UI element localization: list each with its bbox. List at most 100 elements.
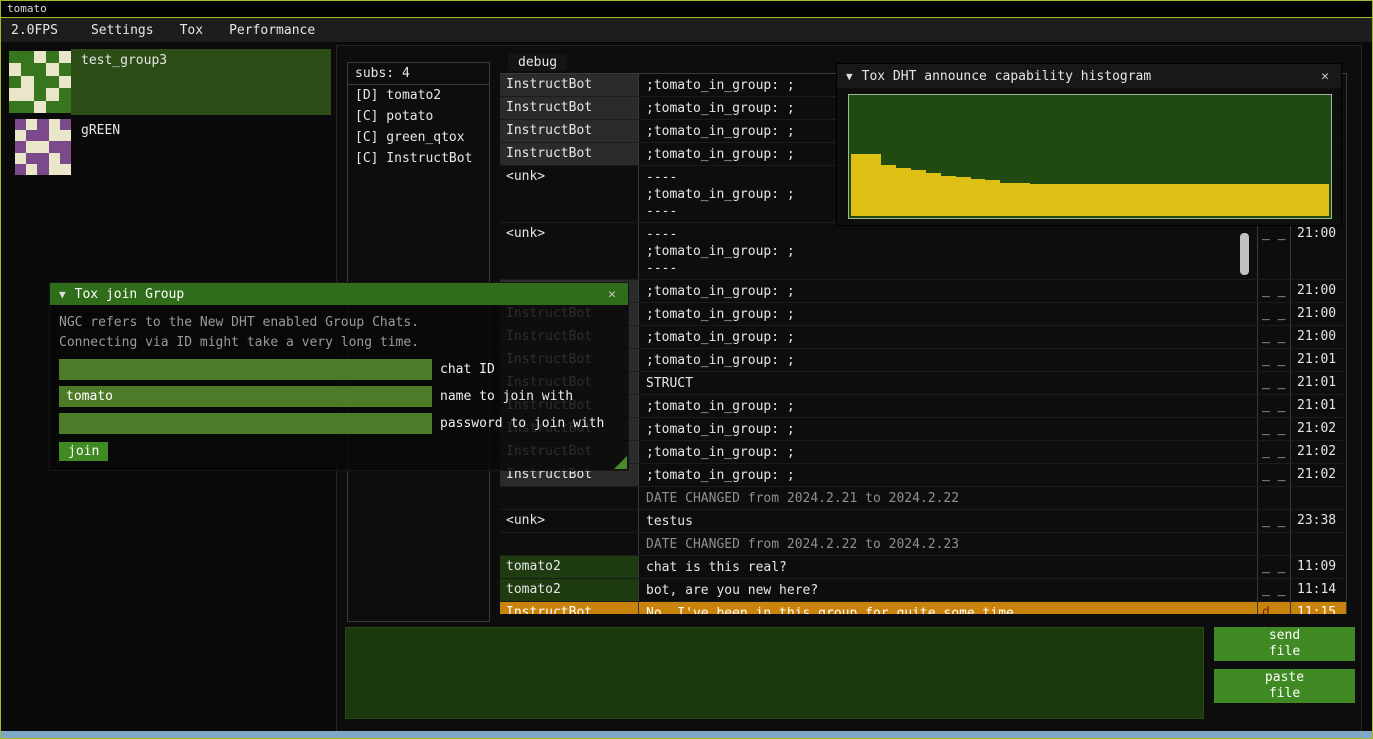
dht-histogram-titlebar[interactable]: ▼ Tox DHT announce capability histogram …: [837, 64, 1341, 88]
resize-grip[interactable]: [614, 456, 627, 469]
message-author-cell: [500, 533, 639, 555]
message-row[interactable]: tomato2bot, are you new here?_ _11:14: [500, 579, 1347, 602]
avatar-pixel: [21, 63, 33, 75]
paste-file-button[interactable]: paste file: [1214, 669, 1355, 703]
message-author: InstructBot: [500, 97, 639, 119]
histogram-bar: [896, 168, 911, 216]
message-input[interactable]: [345, 627, 1204, 719]
avatar-pixel: [60, 130, 71, 141]
close-icon[interactable]: ✕: [605, 287, 619, 302]
avatar-pixel: [59, 88, 71, 100]
histogram-bar: [1120, 184, 1135, 216]
join-field-label: name to join with: [440, 389, 573, 404]
join-input-name-to-join-with[interactable]: [59, 386, 432, 407]
message-flags: _ _: [1258, 579, 1291, 601]
message-row[interactable]: InstructBotNo, I've been in this group f…: [500, 602, 1347, 614]
collapse-icon[interactable]: ▼: [846, 70, 853, 83]
message-time: 11:15: [1291, 602, 1347, 614]
subs-list: [D] tomato2[C] potato[C] green_qtox[C] I…: [348, 85, 489, 169]
join-field-label: password to join with: [440, 416, 604, 431]
avatar-pixel: [46, 63, 58, 75]
send-file-button[interactable]: send file: [1214, 627, 1355, 661]
subs-header: subs: 4: [348, 63, 489, 85]
chat-scrollbar-thumb[interactable]: [1240, 233, 1249, 275]
menubar: 2.0FPS SettingsToxPerformance: [1, 18, 1372, 42]
histogram-bar: [1299, 184, 1314, 216]
message-flags: _ _: [1258, 223, 1291, 279]
join-info-line: Connecting via ID might take a very long…: [59, 333, 619, 353]
avatar-pixel: [21, 101, 33, 113]
group-item-test_group3[interactable]: test_group3: [9, 49, 331, 115]
message-author: InstructBot: [500, 74, 639, 96]
histogram-bar: [1045, 184, 1060, 216]
message-row[interactable]: <unk>testus_ _23:38: [500, 510, 1347, 533]
avatar-pixel: [15, 164, 26, 175]
avatar-pixel: [49, 119, 60, 130]
histogram-bar: [1269, 184, 1284, 216]
group-name: gREEN: [71, 119, 331, 175]
message-time: 11:09: [1291, 556, 1347, 578]
message-author: tomato2: [500, 579, 639, 601]
histogram-bar: [1105, 184, 1120, 216]
avatar-pixel: [26, 119, 37, 130]
avatar-pixel: [9, 101, 21, 113]
dht-histogram-plot: [848, 94, 1332, 219]
close-icon[interactable]: ✕: [1318, 69, 1332, 84]
date-changed-text: DATE CHANGED from 2024.2.21 to 2024.2.22: [639, 487, 1258, 509]
message-flags: _ _: [1258, 464, 1291, 486]
avatar-pixel: [15, 141, 26, 152]
avatar-pixel: [46, 51, 58, 63]
avatar-pixel: [9, 51, 21, 63]
group-name: test_group3: [71, 49, 331, 115]
message-text: bot, are you new here?: [639, 579, 1258, 601]
window-titlebar: tomato: [1, 1, 1372, 18]
menu-item-tox[interactable]: Tox: [167, 18, 216, 42]
message-author: <unk>: [500, 223, 639, 279]
histogram-bar: [1180, 184, 1195, 216]
group-avatar: [9, 51, 71, 113]
message-flags: _ _: [1258, 303, 1291, 325]
avatar-pixel: [46, 88, 58, 100]
message-text: testus: [639, 510, 1258, 532]
tab-debug[interactable]: debug: [508, 54, 567, 71]
subs-member[interactable]: [C] InstructBot: [348, 148, 489, 169]
date-changed-text: DATE CHANGED from 2024.2.22 to 2024.2.23: [639, 533, 1258, 555]
histogram-bar: [971, 179, 986, 216]
histogram-bar: [941, 176, 956, 216]
join-button[interactable]: join: [59, 442, 108, 461]
histogram-bar: [911, 170, 926, 216]
avatar-pixel: [60, 153, 71, 164]
menu-items: SettingsToxPerformance: [78, 18, 328, 42]
subs-member[interactable]: [D] tomato2: [348, 85, 489, 106]
join-group-titlebar[interactable]: ▼ Tox join Group ✕: [50, 283, 628, 305]
avatar-pixel: [26, 130, 37, 141]
message-text: ;tomato_in_group: ;: [639, 464, 1258, 486]
join-field-row: password to join with: [59, 413, 619, 434]
dht-histogram-title: Tox DHT announce capability histogram: [862, 69, 1319, 84]
histogram-bar: [1090, 184, 1105, 216]
menu-item-settings[interactable]: Settings: [78, 18, 167, 42]
join-input-chat-id[interactable]: [59, 359, 432, 380]
message-time: 21:00: [1291, 280, 1347, 302]
avatar-pixel: [59, 76, 71, 88]
group-item-gREEN[interactable]: gREEN: [15, 119, 331, 175]
message-time: 21:02: [1291, 418, 1347, 440]
subs-member[interactable]: [C] potato: [348, 106, 489, 127]
join-input-password-to-join-with[interactable]: [59, 413, 432, 434]
join-field-row: chat ID: [59, 359, 619, 380]
histogram-bar: [851, 154, 866, 216]
histogram-bar: [985, 180, 1000, 216]
histogram-bar: [1284, 184, 1299, 216]
avatar-pixel: [59, 63, 71, 75]
menu-item-performance[interactable]: Performance: [216, 18, 328, 42]
histogram-bar: [1165, 184, 1180, 216]
histogram-bar: [1060, 184, 1075, 216]
message-time: 21:01: [1291, 372, 1347, 394]
collapse-icon[interactable]: ▼: [59, 288, 66, 301]
message-row[interactable]: <unk>---- ;tomato_in_group: ; ----_ _21:…: [500, 223, 1347, 280]
message-row[interactable]: tomato2chat is this real?_ _11:09: [500, 556, 1347, 579]
message-text: chat is this real?: [639, 556, 1258, 578]
message-time: 21:00: [1291, 223, 1347, 279]
avatar-pixel: [26, 164, 37, 175]
subs-member[interactable]: [C] green_qtox: [348, 127, 489, 148]
